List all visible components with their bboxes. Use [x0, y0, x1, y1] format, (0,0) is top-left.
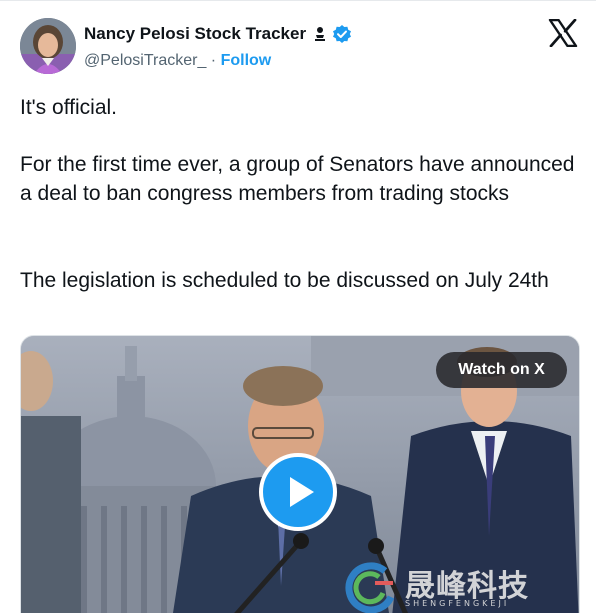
x-logo-icon[interactable] — [548, 18, 578, 48]
author-handle-row: @PelosiTracker_ · Follow — [84, 52, 271, 70]
separator: · — [206, 52, 221, 69]
tweet-paragraph: The legislation is scheduled to be discu… — [20, 269, 549, 292]
author-handle[interactable]: @PelosiTracker_ — [84, 52, 206, 69]
person-badge-icon — [313, 25, 327, 43]
watermark-logo-icon — [345, 562, 395, 613]
follow-button[interactable]: Follow — [221, 52, 272, 69]
tweet-card: Nancy Pelosi Stock Tracker @PelosiTracke… — [0, 0, 596, 613]
tweet-line: It's official. — [20, 96, 117, 119]
tweet-paragraph: For the first time ever, a group of Sena… — [20, 153, 575, 205]
watch-on-x-button[interactable]: Watch on X — [436, 352, 567, 388]
author-name[interactable]: Nancy Pelosi Stock Tracker — [84, 24, 306, 44]
play-icon — [290, 477, 314, 507]
watermark: 晟峰科技 SHENGFENGKEJI — [345, 561, 545, 613]
tweet-text: It's official. For the first time ever, … — [20, 93, 580, 292]
play-button[interactable] — [259, 453, 337, 531]
avatar[interactable] — [20, 18, 76, 74]
watermark-subtitle: SHENGFENGKEJI — [405, 599, 510, 608]
verified-badge-icon — [332, 24, 352, 44]
